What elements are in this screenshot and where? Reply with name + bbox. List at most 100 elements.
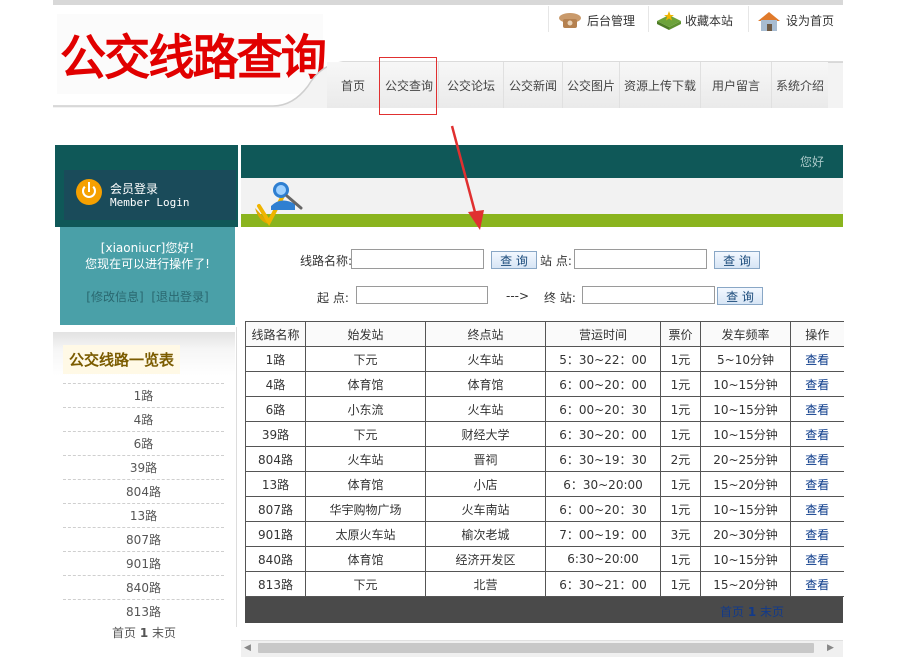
cell-start: 华宇购物广场 — [305, 496, 426, 522]
route-list-item[interactable]: 4路 — [63, 407, 224, 432]
cell-hours: 6:30~20:00 — [545, 546, 661, 572]
cell-start: 小东流 — [305, 396, 426, 422]
scroll-left-arrow-icon[interactable]: ◀ — [244, 643, 251, 653]
route-list-item[interactable]: 6路 — [63, 431, 224, 456]
cell-fare: 1元 — [660, 421, 701, 447]
logout-link[interactable]: [退出登录] — [151, 290, 208, 304]
cell-hours: 6：00~20：00 — [545, 371, 661, 397]
view-link[interactable]: 查看 — [790, 521, 844, 547]
route-list-item[interactable]: 813路 — [63, 599, 224, 624]
greeting-text: 您好 — [800, 155, 825, 169]
view-link[interactable]: 查看 — [790, 571, 844, 597]
content-header-band — [241, 145, 843, 178]
set-homepage-link[interactable]: 设为首页 — [756, 8, 834, 32]
cell-hours: 6：30~20：00 — [545, 421, 661, 447]
star-box-icon — [655, 10, 681, 30]
col-header-line: 线路名称 — [245, 321, 306, 347]
start-station-input[interactable] — [356, 286, 488, 304]
route-query-button[interactable]: 查 询 — [717, 287, 763, 305]
col-header-start: 始发站 — [305, 321, 426, 347]
content-subheader — [241, 178, 843, 214]
pager-last[interactable]: 末页 — [152, 626, 176, 640]
cell-frequency: 15~20分钟 — [700, 571, 791, 597]
route-list-item[interactable]: 39路 — [63, 455, 224, 480]
table-row: 1路 下元 火车站 5：30~22：00 1元 5~10分钟 查看 — [245, 346, 844, 372]
route-list-title: 公交线路一览表 — [63, 345, 181, 374]
cell-end: 财经大学 — [425, 421, 546, 447]
scrollbar-thumb[interactable] — [258, 643, 814, 653]
route-list-item[interactable]: 804路 — [63, 479, 224, 504]
nav-pictures[interactable]: 公交图片 — [563, 62, 620, 108]
table-row: 901路 太原火车站 榆次老城 7：00~19：00 3元 20~30分钟 查看 — [245, 521, 844, 547]
cell-line: 901路 — [245, 521, 306, 547]
top-strip — [53, 0, 843, 5]
route-arrow-text: ---> — [506, 289, 530, 303]
col-header-hours: 营运时间 — [545, 321, 661, 347]
nav-about[interactable]: 系统介绍 — [772, 62, 828, 108]
set-homepage-label: 设为首页 — [786, 13, 835, 28]
line-name-input[interactable] — [351, 249, 484, 269]
top-separator — [648, 6, 649, 32]
cell-line: 840路 — [245, 546, 306, 572]
start-label: 起 点: — [317, 291, 349, 305]
admin-link[interactable]: 后台管理 — [557, 8, 635, 32]
end-station-input[interactable] — [582, 286, 715, 304]
station-query-button[interactable]: 查 询 — [714, 251, 760, 269]
nav-messages[interactable]: 用户留言 — [701, 62, 772, 108]
nav-news[interactable]: 公交新闻 — [504, 62, 563, 108]
line-query-button[interactable]: 查 询 — [491, 251, 537, 269]
table-pager-last[interactable]: 末页 — [760, 605, 784, 619]
top-separator — [548, 6, 549, 32]
view-link[interactable]: 查看 — [790, 371, 844, 397]
cell-hours: 5：30~22：00 — [545, 346, 661, 372]
power-icon — [76, 179, 102, 205]
scroll-right-arrow-icon[interactable]: ▶ — [827, 643, 834, 653]
pager-current: 1 — [139, 626, 149, 640]
table-pager-first[interactable]: 首页 — [720, 605, 744, 619]
view-link[interactable]: 查看 — [790, 446, 844, 472]
table-pager-current: 1 — [747, 605, 757, 619]
view-link[interactable]: 查看 — [790, 346, 844, 372]
nav-home[interactable]: 首页 — [327, 62, 380, 108]
route-list-item[interactable]: 901路 — [63, 551, 224, 576]
cell-fare: 1元 — [660, 346, 701, 372]
table-row: 39路 下元 财经大学 6：30~20：00 1元 10~15分钟 查看 — [245, 421, 844, 447]
station-input[interactable] — [574, 249, 707, 269]
cell-end: 榆次老城 — [425, 521, 546, 547]
cell-line: 807路 — [245, 496, 306, 522]
view-link[interactable]: 查看 — [790, 421, 844, 447]
line-name-label: 线路名称: — [300, 254, 353, 268]
table-row: 813路 下元 北营 6：30~21：00 1元 15~20分钟 查看 — [245, 571, 844, 597]
nav-upload-download[interactable]: 资源上传下载 — [620, 62, 701, 108]
edit-info-link[interactable]: [修改信息] — [86, 290, 143, 304]
search-person-icon — [255, 182, 303, 226]
cell-fare: 3元 — [660, 521, 701, 547]
cell-fare: 1元 — [660, 371, 701, 397]
cell-fare: 2元 — [660, 446, 701, 472]
route-list-item[interactable]: 840路 — [63, 575, 224, 600]
bookmark-link[interactable]: 收藏本站 — [655, 8, 733, 32]
cell-fare: 1元 — [660, 471, 701, 497]
view-link[interactable]: 查看 — [790, 396, 844, 422]
route-list-item[interactable]: 1路 — [63, 383, 224, 408]
nav-forum[interactable]: 公交论坛 — [439, 62, 504, 108]
cell-line: 813路 — [245, 571, 306, 597]
cell-hours: 6：30~20:00 — [545, 471, 661, 497]
view-link[interactable]: 查看 — [790, 546, 844, 572]
cell-frequency: 10~15分钟 — [700, 396, 791, 422]
pager-first[interactable]: 首页 — [112, 626, 136, 640]
cell-fare: 1元 — [660, 496, 701, 522]
cell-end: 晋祠 — [425, 446, 546, 472]
user-links: [修改信息] [退出登录] — [60, 288, 235, 305]
cell-fare: 1元 — [660, 546, 701, 572]
route-list-item[interactable]: 13路 — [63, 503, 224, 528]
cell-hours: 6：00~20：30 — [545, 496, 661, 522]
cell-line: 13路 — [245, 471, 306, 497]
view-link[interactable]: 查看 — [790, 496, 844, 522]
cell-frequency: 10~15分钟 — [700, 371, 791, 397]
route-list-item[interactable]: 807路 — [63, 527, 224, 552]
bookmark-link-label: 收藏本站 — [685, 13, 734, 28]
cell-start: 下元 — [305, 421, 426, 447]
view-link[interactable]: 查看 — [790, 471, 844, 497]
cell-line: 4路 — [245, 371, 306, 397]
